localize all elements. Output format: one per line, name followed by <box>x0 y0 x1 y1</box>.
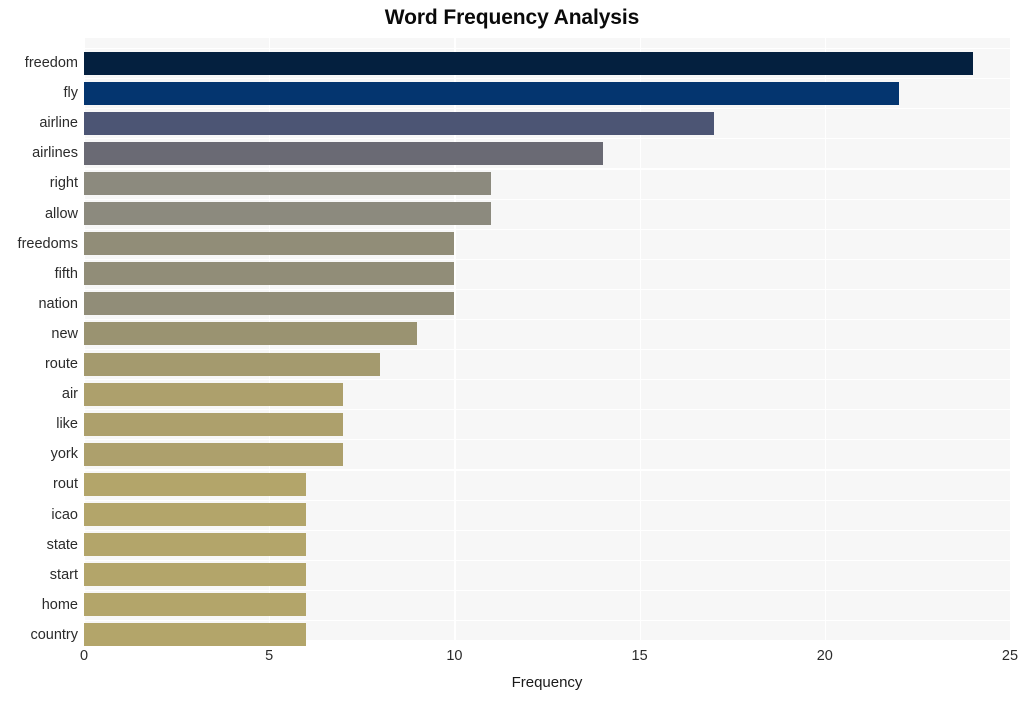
bar-like[interactable] <box>84 412 344 436</box>
chart-title: Word Frequency Analysis <box>384 6 640 29</box>
y-tick-label-air: air <box>61 386 78 403</box>
bar-row <box>84 382 1010 406</box>
bar-home[interactable] <box>84 593 307 617</box>
bar-row <box>84 352 1010 376</box>
bar-country[interactable] <box>84 623 307 647</box>
y-tick-label-freedom: freedom <box>24 55 78 71</box>
bar-new[interactable] <box>84 322 418 346</box>
bar-york[interactable] <box>84 442 344 466</box>
y-tick-label-home: home <box>41 596 78 613</box>
y-tick-label-fifth: fifth <box>54 265 78 282</box>
bar-row <box>84 322 1010 346</box>
gridline-vertical <box>1010 38 1012 640</box>
bar-air[interactable] <box>84 382 344 406</box>
x-tick-label-15: 15 <box>631 648 648 664</box>
bar-allow[interactable] <box>84 202 492 225</box>
y-tick-label-allow: allow <box>44 205 78 222</box>
bar-row <box>84 503 1010 526</box>
y-tick-label-right: right <box>49 175 78 192</box>
bar-start[interactable] <box>84 563 307 587</box>
bar-nation[interactable] <box>84 292 455 316</box>
x-tick-label-10: 10 <box>446 648 463 664</box>
bar-fifth[interactable] <box>84 262 455 286</box>
bar-row <box>84 202 1010 225</box>
y-tick-label-route: route <box>44 356 78 372</box>
y-tick-label-fly: fly <box>63 85 79 102</box>
bar-row <box>84 171 1010 195</box>
bar-freedom[interactable] <box>84 51 973 75</box>
y-tick-label-start: start <box>49 566 78 583</box>
bar-freedoms[interactable] <box>84 232 455 256</box>
y-tick-label-state: state <box>46 536 78 553</box>
y-tick-label-country: country <box>30 626 78 643</box>
chart-figure: Word Frequency Analysis freedom fly airlin… <box>0 0 1024 701</box>
bars-layer <box>84 38 1010 647</box>
y-tick-label-nation: nation <box>38 295 78 312</box>
bar-state[interactable] <box>84 533 307 557</box>
bar-right[interactable] <box>84 171 492 195</box>
y-tick-label-airline: airline <box>39 115 78 132</box>
x-tick-label-20: 20 <box>816 648 833 664</box>
bar-row <box>84 81 1010 105</box>
bar-row <box>84 262 1010 286</box>
bar-route[interactable] <box>84 352 381 376</box>
x-tick-label-5: 5 <box>265 648 274 664</box>
bar-row <box>84 292 1010 316</box>
x-tick-label-0: 0 <box>79 648 89 664</box>
y-tick-label-icao: icao <box>51 506 78 523</box>
bar-row <box>84 623 1010 647</box>
bar-row <box>84 533 1010 557</box>
bar-row <box>84 442 1010 466</box>
x-axis-tick-labels: 0 5 10 15 20 25 <box>0 648 1024 668</box>
y-tick-label-freedoms: freedoms <box>17 235 78 252</box>
bar-row <box>84 412 1010 436</box>
bar-row <box>84 51 1010 75</box>
x-tick-label-25: 25 <box>1001 648 1019 664</box>
bar-row <box>84 111 1010 135</box>
plot-area <box>84 38 1012 652</box>
bar-row <box>84 141 1010 165</box>
bar-airline[interactable] <box>84 111 714 135</box>
bar-airlines[interactable] <box>84 141 603 165</box>
y-tick-label-rout: rout <box>53 476 78 493</box>
bar-rout[interactable] <box>84 472 307 496</box>
bar-fly[interactable] <box>84 81 899 105</box>
bar-row <box>84 232 1010 256</box>
y-tick-label-york: york <box>50 446 78 463</box>
bar-row <box>84 593 1010 617</box>
y-tick-label-like: like <box>56 416 78 433</box>
y-tick-label-new: new <box>51 325 78 342</box>
bar-icao[interactable] <box>84 503 307 526</box>
y-axis-tick-labels: freedom fly airline airlines right allow freed… <box>0 38 79 643</box>
bar-row <box>84 563 1010 587</box>
bar-row <box>84 472 1010 496</box>
x-axis-title: Frequency <box>511 674 583 691</box>
y-tick-label-airlines: airlines <box>32 145 78 162</box>
